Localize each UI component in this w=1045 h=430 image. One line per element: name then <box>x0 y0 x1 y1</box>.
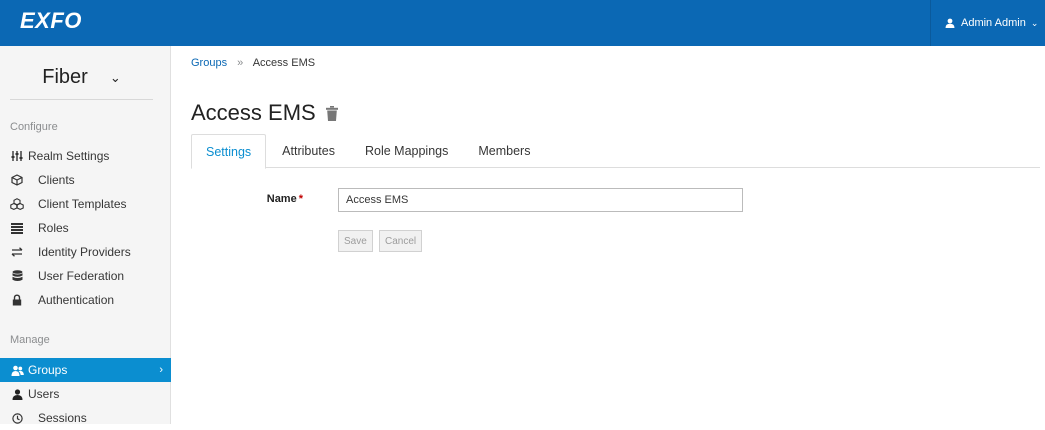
breadcrumb-separator: » <box>237 57 244 69</box>
user-menu-dropdown[interactable]: Admin Admin ⌄ <box>930 0 1045 46</box>
save-button[interactable]: Save <box>338 230 373 252</box>
sidebar-item-label: User Federation <box>38 269 125 283</box>
sidebar-item-label: Client Templates <box>38 197 127 211</box>
sidebar-item-sessions[interactable]: Sessions <box>0 406 171 430</box>
cubes-icon <box>10 197 24 211</box>
required-marker: * <box>298 193 303 205</box>
clock-icon <box>10 411 24 425</box>
sidebar-item-identity-providers[interactable]: Identity Providers <box>0 240 171 264</box>
sidebar-item-label: Users <box>28 387 60 401</box>
users-icon <box>10 363 24 377</box>
breadcrumb: Groups » Access EMS <box>191 57 315 69</box>
tab-members[interactable]: Members <box>464 134 544 168</box>
sidebar-item-label: Roles <box>38 221 69 235</box>
user-name: Admin Admin <box>961 17 1026 29</box>
section-label-configure: Configure <box>10 121 58 133</box>
breadcrumb-current: Access EMS <box>252 57 316 69</box>
exchange-icon <box>10 245 24 259</box>
chevron-down-icon: ⌄ <box>1030 17 1039 28</box>
cancel-button[interactable]: Cancel <box>379 230 423 252</box>
sidebar-item-label: Identity Providers <box>38 245 131 259</box>
name-field-label: Name * <box>200 193 303 205</box>
user-icon <box>945 18 955 28</box>
sidebar-item-users[interactable]: Users <box>0 382 171 406</box>
sidebar: Fiber ⌄ Configure Realm Settings Clients… <box>0 46 171 425</box>
tab-settings[interactable]: Settings <box>191 134 267 169</box>
user-icon <box>10 387 24 401</box>
lock-icon <box>10 293 24 307</box>
realm-selector[interactable]: Fiber ⌄ <box>10 56 153 100</box>
sidebar-item-roles[interactable]: Roles <box>0 216 171 240</box>
sliders-icon <box>10 149 24 163</box>
tab-role-mappings[interactable]: Role Mappings <box>351 134 462 168</box>
sidebar-item-label: Realm Settings <box>28 149 110 163</box>
sidebar-item-label: Sessions <box>38 411 87 425</box>
tab-attributes[interactable]: Attributes <box>268 134 349 168</box>
breadcrumb-groups-link[interactable]: Groups <box>191 57 227 69</box>
realm-name: Fiber <box>42 66 88 88</box>
cube-icon <box>10 173 24 187</box>
name-input[interactable] <box>338 188 743 212</box>
top-navbar: EXFO Admin Admin ⌄ <box>0 0 1045 46</box>
name-label-text: Name <box>266 193 297 205</box>
page-title: Access EMS <box>191 100 316 125</box>
section-label-manage: Manage <box>10 334 50 346</box>
list-icon <box>10 221 24 235</box>
chevron-right-icon: › <box>159 364 163 376</box>
chevron-down-icon: ⌄ <box>109 69 121 85</box>
sidebar-item-user-federation[interactable]: User Federation <box>0 264 171 288</box>
database-icon <box>10 269 24 283</box>
sidebar-item-authentication[interactable]: Authentication <box>0 288 171 312</box>
tab-bar: Settings Attributes Role Mappings Member… <box>191 134 1040 169</box>
sidebar-item-clients[interactable]: Clients <box>0 168 171 192</box>
sidebar-item-label: Authentication <box>38 293 115 307</box>
page-title-container: Access EMS <box>191 100 338 126</box>
sidebar-item-realm-settings[interactable]: Realm Settings <box>0 144 171 168</box>
sidebar-item-groups[interactable]: Groups › <box>0 358 171 382</box>
sidebar-item-label: Groups <box>28 363 68 377</box>
trash-icon[interactable] <box>325 105 338 121</box>
sidebar-item-label: Clients <box>38 173 75 187</box>
sidebar-item-client-templates[interactable]: Client Templates <box>0 192 171 216</box>
brand-logo[interactable]: EXFO <box>20 8 82 34</box>
